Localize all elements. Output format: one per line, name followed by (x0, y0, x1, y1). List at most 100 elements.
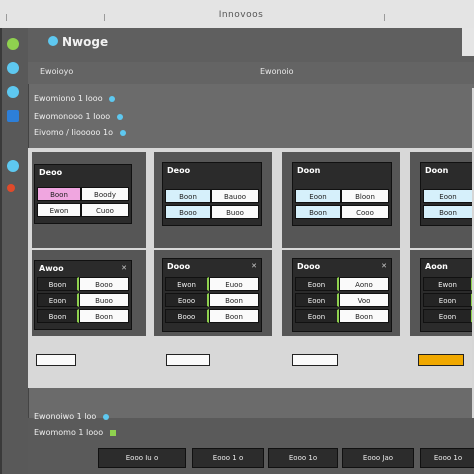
data-card[interactable]: Deoo Boon Bauoo Booo Buoo (162, 162, 262, 226)
table-cell: Bloon (341, 189, 389, 203)
card-title: Deoo (167, 166, 191, 175)
data-card[interactable]: Doon Eoon Boon (420, 162, 474, 226)
table-row: Booo Buoo (165, 205, 259, 219)
table-cell: Eoon (295, 309, 339, 323)
table-cell: Buoo (211, 205, 259, 219)
status-icon (109, 429, 116, 436)
info-icon (102, 413, 109, 420)
footer-button[interactable]: Eooo Jao (342, 448, 414, 468)
table-cell: Eooo (165, 293, 209, 307)
settings-icon[interactable] (7, 160, 19, 172)
data-card[interactable]: Awoo ✕ Boon Booo Eoon Buoo Boon Boon (34, 260, 132, 330)
table-cell: Eoon (295, 293, 339, 307)
data-card[interactable]: Doon Eoon Bloon Boon Cooo (292, 162, 392, 226)
footer-line: Ewonoiwo 1 loo (34, 412, 109, 421)
table-row: Ewon Cuoo (37, 203, 129, 217)
app-name: Nwoge (62, 35, 109, 49)
table-cell: Ewon (165, 277, 209, 291)
table-cell: Boon (209, 293, 259, 307)
table-cell: Eoon (423, 293, 473, 307)
table-row: Eooo Boon (165, 293, 259, 307)
table-cell: Boon (295, 205, 341, 219)
table-cell: Eoon (423, 189, 473, 203)
panel-action-button[interactable] (166, 354, 210, 366)
scrollbar-handle[interactable] (462, 28, 474, 56)
eye-icon (119, 129, 126, 136)
close-icon[interactable]: ✕ (121, 264, 127, 272)
panel-action-button-active[interactable] (418, 354, 464, 366)
table-cell: Booo (165, 205, 211, 219)
footer-button[interactable]: Eooo 1 o (192, 448, 264, 468)
card-title: Dooo (297, 262, 321, 271)
option-label: Ewomiono 1 Iooo (34, 94, 103, 103)
card-title: Deoo (39, 168, 63, 177)
table-cell: Buoo (79, 293, 129, 307)
footer-button[interactable]: Eooo Iu o (98, 448, 186, 468)
table-cell: Voo (339, 293, 389, 307)
close-icon[interactable]: ✕ (251, 262, 257, 270)
app-header: Nwoge (28, 28, 474, 62)
table-cell: Ewon (423, 277, 473, 291)
table-cell: Ewon (37, 203, 81, 217)
tick-mark (104, 14, 105, 21)
option-item[interactable]: Ewomonooo 1 Iooo (34, 112, 123, 121)
sub-header-right[interactable]: Ewonoio (260, 67, 294, 76)
eye-icon[interactable] (7, 86, 19, 98)
warning-icon[interactable] (7, 184, 15, 192)
green-dot-icon[interactable] (7, 38, 19, 50)
data-card[interactable]: Aoon Ewon Eoon Eoon (420, 258, 474, 332)
table-cell: Cooo (341, 205, 389, 219)
option-item[interactable]: Eivomo / Iiooooo 1o (34, 128, 126, 137)
option-item[interactable]: Ewomiono 1 Iooo (34, 94, 116, 103)
eye-icon[interactable] (7, 62, 19, 74)
panel-action-button[interactable] (292, 354, 338, 366)
logo-icon (48, 36, 58, 46)
footer-line: Ewomomo 1 Iooo (34, 428, 116, 437)
table-row: Boon Cooo (295, 205, 389, 219)
tick-mark (6, 14, 7, 21)
data-card[interactable]: Dooo ✕ Ewon Euoo Eooo Boon Booo Boon (162, 258, 262, 332)
table-cell: Eoon (423, 309, 473, 323)
data-card[interactable]: Deoo Boon Boody Ewon Cuoo (34, 164, 132, 224)
footer-text: Ewonoiwo 1 loo (34, 412, 97, 421)
footer-button[interactable]: Eooo 1o (420, 448, 474, 468)
footer-text: Ewomomo 1 Iooo (34, 428, 104, 437)
close-icon[interactable]: ✕ (381, 262, 387, 270)
left-toolbar (2, 28, 29, 474)
table-row: Ewon (423, 277, 473, 291)
table-cell: Euoo (209, 277, 259, 291)
eye-icon (109, 95, 116, 102)
table-row: Boon Boody (37, 187, 129, 201)
data-card[interactable]: Dooo ✕ Eoon Aono Eoon Voo Eoon Boon (292, 258, 392, 332)
table-row: Eoon (423, 309, 473, 323)
window-title: Innovoos (218, 10, 264, 20)
footer-button[interactable]: Eooo 1o (268, 448, 338, 468)
title-bar: Innovoos (0, 0, 474, 29)
card-title: Aoon (425, 262, 448, 271)
table-row: Boon Boon (37, 309, 129, 323)
app-window: Nwoge Ewoioyo Ewonoio Ewomiono 1 Iooo Ew… (0, 28, 474, 474)
table-cell: Boon (37, 309, 79, 323)
table-cell: Boon (37, 277, 79, 291)
panel-action-button[interactable] (36, 354, 76, 366)
table-cell: Boon (423, 205, 473, 219)
table-cell: Booo (165, 309, 209, 323)
table-cell: Cuoo (81, 203, 129, 217)
card-title: Awoo (39, 264, 64, 273)
table-row: Eoon Voo (295, 293, 389, 307)
table-cell: Booo (79, 277, 129, 291)
table-row: Booo Boon (165, 309, 259, 323)
table-row: Eoon (423, 189, 473, 203)
table-cell: Boon (339, 309, 389, 323)
arrow-icon[interactable] (7, 110, 19, 122)
table-row: Eoon Bloon (295, 189, 389, 203)
table-cell: Boody (81, 187, 129, 201)
tick-mark (384, 14, 385, 21)
table-row: Eoon Aono (295, 277, 389, 291)
card-title: Doon (425, 166, 449, 175)
table-cell: Boon (165, 189, 211, 203)
table-row: Eoon Boon (295, 309, 389, 323)
table-cell: Eoon (295, 277, 339, 291)
table-cell: Boon (79, 309, 129, 323)
table-row: Eoon (423, 293, 473, 307)
